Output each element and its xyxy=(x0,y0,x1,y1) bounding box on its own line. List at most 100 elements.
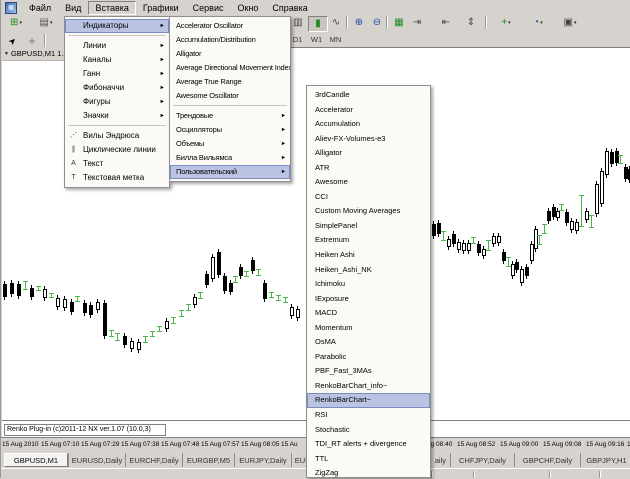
chart-tab-EURCHF,Daily[interactable]: EURCHF,Daily xyxy=(125,453,182,467)
custom-indicator-item-pbf-fast-3mas[interactable]: PBF_Fast_3MAs xyxy=(307,364,430,379)
indicators-menu-item-average-true-range[interactable]: Average True Range xyxy=(170,75,290,89)
insert-menu-item-линии[interactable]: Линии► xyxy=(65,39,169,53)
custom-indicator-item-aliev-fx-volumes-e3[interactable]: Aliev-FX-Volumes-e3 xyxy=(307,132,430,147)
insert-menu-item-каналы[interactable]: Каналы► xyxy=(65,53,169,67)
menubar-item-вставка[interactable]: Вставка xyxy=(88,1,135,15)
green-mark xyxy=(283,297,288,303)
zoom-in-button[interactable]: ⊕ xyxy=(350,16,368,30)
chart-tab-EURGBP,M5[interactable]: EURGBP,M5 xyxy=(182,453,234,467)
timeframe-button-w1[interactable]: W1 xyxy=(308,33,325,45)
indicators-menu-item-awesome-oscillator[interactable]: Awesome Oscillator xyxy=(170,89,290,103)
custom-indicator-item-custom-moving-averages[interactable]: Custom Moving Averages xyxy=(307,204,430,219)
crosshair-button[interactable]: + xyxy=(23,34,41,48)
custom-indicator-item-awesome[interactable]: Awesome xyxy=(307,175,430,190)
custom-indicator-item-rsi[interactable]: RSI xyxy=(307,408,430,423)
collapse-icon[interactable]: ▼ xyxy=(4,51,9,57)
indicators-menu-item-average-directional-movement-index[interactable]: Average Directional Movement Index xyxy=(170,61,290,75)
menubar-item-справка[interactable]: Справка xyxy=(265,1,314,15)
timeframe-button-mn[interactable]: MN xyxy=(327,33,344,45)
custom-indicator-item-momentum[interactable]: Momentum xyxy=(307,321,430,336)
line-chart-button[interactable]: ∿ xyxy=(327,16,345,30)
bull-candle xyxy=(457,242,461,250)
custom-indicator-item-accelerator[interactable]: Accelerator xyxy=(307,103,430,118)
tile-windows-button[interactable]: ▦ xyxy=(390,16,408,30)
indicators-menu-item-accelerator-oscillator[interactable]: Accelerator Oscillator xyxy=(170,19,290,33)
insert-menu-item-индикаторы[interactable]: Индикаторы► xyxy=(65,19,169,33)
bear-candle xyxy=(610,152,614,164)
custom-indicator-item-atr[interactable]: ATR xyxy=(307,161,430,176)
custom-indicator-item-ichimoku[interactable]: Ichimoku xyxy=(307,277,430,292)
menubar-item-файл[interactable]: Файл xyxy=(22,1,58,15)
indicators-menu-item-билла-вильямса[interactable]: Билла Вильямса► xyxy=(170,151,290,165)
custom-indicator-item-stochastic[interactable]: Stochastic xyxy=(307,423,430,438)
mt4-window: ▦ ФайлВидВставкаГрафикиСервисОкноСправка… xyxy=(0,0,630,478)
insert-menu-item-фигуры[interactable]: Фигуры► xyxy=(65,95,169,109)
custom-indicator-item-zigzag[interactable]: ZigZag xyxy=(307,466,430,478)
custom-indicator-item-3rdcandle[interactable]: 3rdCandle xyxy=(307,88,430,103)
new-chart-button[interactable]: ⊞▾ xyxy=(4,16,28,30)
chart-tab-EURUSD,Daily[interactable]: EURUSD,Daily xyxy=(68,453,125,467)
insert-menu-item-фибоначчи[interactable]: Фибоначчи► xyxy=(65,81,169,95)
custom-indicator-item-cci[interactable]: CCI xyxy=(307,190,430,205)
custom-indicator-item-alligator[interactable]: Alligator xyxy=(307,146,430,161)
insert-menu-item-циклические-линии[interactable]: ∥Циклические линии xyxy=(65,143,169,157)
indicators-menu-item-трендовые[interactable]: Трендовые► xyxy=(170,109,290,123)
indicators-button[interactable]: +▾ xyxy=(493,16,519,30)
chart-tab-GBPCHF,Daily[interactable]: GBPCHF,Daily xyxy=(514,453,580,467)
andrews-pitchfork-icon: ⋰ xyxy=(67,129,80,143)
custom-indicator-item-macd[interactable]: MACD xyxy=(307,306,430,321)
indicators-menu-item-accumulation-distribution[interactable]: Accumulation/Distribution xyxy=(170,33,290,47)
time-axis-label: 15 Aug 07:10 xyxy=(41,441,79,448)
insert-menu-item-текстовая-метка[interactable]: TТекстовая метка xyxy=(65,171,169,185)
chart-tab-GBPJPY,H1[interactable]: GBPJPY,H1 xyxy=(580,453,630,467)
candlestick-chart-button[interactable]: ▮ xyxy=(308,16,328,32)
bear-candle xyxy=(251,260,255,271)
templates-button[interactable]: ▣▾ xyxy=(557,16,583,30)
bull-candle xyxy=(137,342,141,350)
chart-rescale-button[interactable]: ⇕ xyxy=(462,16,480,30)
cursor-button[interactable]: ➤ xyxy=(4,34,22,48)
custom-indicator-item-iexposure[interactable]: IExposure xyxy=(307,292,430,307)
indicators-menu-item-осцилляторы[interactable]: Осцилляторы► xyxy=(170,123,290,137)
custom-indicator-item-parabolic[interactable]: Parabolic xyxy=(307,350,430,365)
menubar-item-вид[interactable]: Вид xyxy=(58,1,88,15)
chart-window-icon[interactable]: ▦ xyxy=(5,2,17,14)
menubar-item-сервис[interactable]: Сервис xyxy=(186,1,231,15)
bar-chart-button[interactable]: ▥ xyxy=(289,16,307,30)
indicators-menu-item-alligator[interactable]: Alligator xyxy=(170,47,290,61)
chart-tab-GBPUSD,M1[interactable]: GBPUSD,M1 xyxy=(4,453,68,467)
toolbar-separator xyxy=(44,34,46,47)
zoom-out-button[interactable]: ⊖ xyxy=(368,16,386,30)
custom-indicator-item-heiken-ashi[interactable]: Heiken Ashi xyxy=(307,248,430,263)
auto-scroll-button[interactable]: ⇥ xyxy=(408,16,426,30)
insert-menu-item-ганн[interactable]: Ганн► xyxy=(65,67,169,81)
toolbar-separator xyxy=(386,16,388,29)
custom-indicator-item-osma[interactable]: OsMA xyxy=(307,335,430,350)
indicators-menu-item-пользовательский[interactable]: Пользовательский► xyxy=(170,165,290,179)
custom-indicator-item-ttl[interactable]: TTL xyxy=(307,452,430,467)
chart-tab-EURJPY,Daily[interactable]: EURJPY,Daily xyxy=(234,453,291,467)
menu-item-label: Текст xyxy=(83,159,103,168)
custom-indicator-item-renkobarchart~[interactable]: RenkoBarChart~ xyxy=(307,393,430,408)
timeframe-button-d1[interactable]: D1 xyxy=(289,33,306,45)
insert-menu-item-вилы-эндрюса[interactable]: ⋰Вилы Эндрюса xyxy=(65,129,169,143)
green-mark xyxy=(441,231,446,241)
bull-candle xyxy=(520,269,524,283)
custom-indicator-item-extremum[interactable]: Extremum xyxy=(307,233,430,248)
chart-tab-CHFJPY,Daily[interactable]: CHFJPY,Daily xyxy=(450,453,514,467)
menubar-item-окно[interactable]: Окно xyxy=(231,1,266,15)
chart-shift-icon: ⇤ xyxy=(442,18,450,28)
green-mark xyxy=(256,269,261,276)
custom-indicator-item-simplepanel[interactable]: SimplePanel xyxy=(307,219,430,234)
insert-menu-item-текст[interactable]: AТекст xyxy=(65,157,169,171)
chart-shift-button[interactable]: ⇤ xyxy=(437,16,455,30)
custom-indicator-item-renkobarchart-info~[interactable]: RenkoBarChart_info~ xyxy=(307,379,430,394)
menubar-item-графики[interactable]: Графики xyxy=(136,1,186,15)
custom-indicator-item-tdi-rt-alerts-divergence[interactable]: TDI_RT alerts + divergence xyxy=(307,437,430,452)
indicators-menu-item-объемы[interactable]: Объемы► xyxy=(170,137,290,151)
custom-indicator-item-accumulation[interactable]: Accumulation xyxy=(307,117,430,132)
periods-button[interactable]: ◔▾ xyxy=(525,16,551,30)
custom-indicator-item-heiken-ashi-nk[interactable]: Heiken_Ashi_NK xyxy=(307,263,430,278)
profiles-button[interactable]: ▤▾ xyxy=(34,16,58,30)
insert-menu-item-значки[interactable]: Значки► xyxy=(65,109,169,123)
